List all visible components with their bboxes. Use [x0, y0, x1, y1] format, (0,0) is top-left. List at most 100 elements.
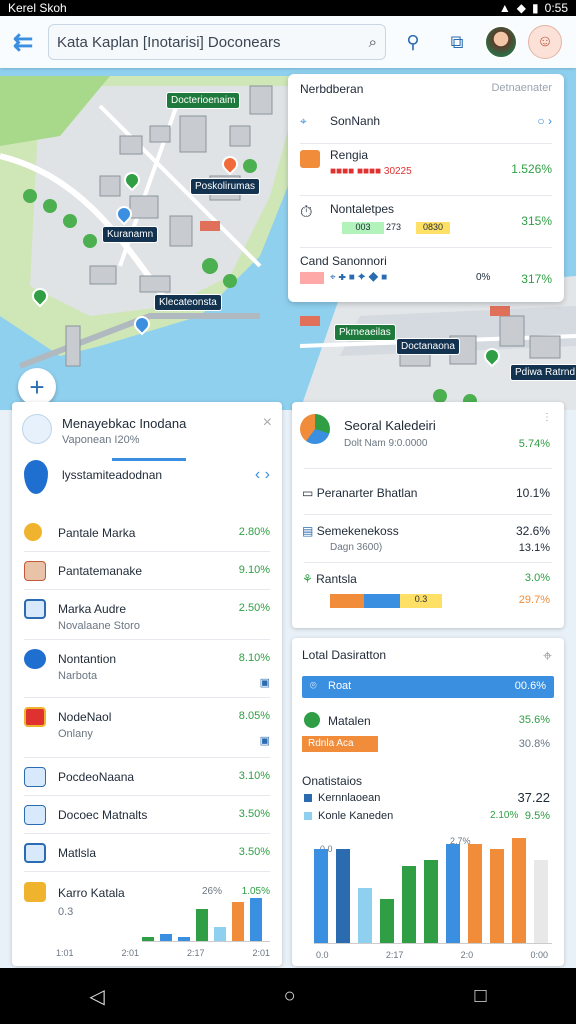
- chart-bar: [142, 937, 154, 941]
- right-bottom-panel: Lotal Dasiratton ⌖ ⌾ Roat 00.6% Matalen …: [292, 638, 564, 966]
- summary-chip: 0%: [476, 272, 491, 283]
- x-tick-label: 1:01: [56, 948, 74, 958]
- recents-icon[interactable]: □: [474, 985, 486, 1008]
- x-tick-label: 0.0: [316, 950, 329, 960]
- chart-bar: [534, 860, 548, 943]
- list-item-value: 2.80%: [238, 526, 270, 538]
- clock: 0:55: [544, 1, 568, 15]
- app-bar: ⇇ Kata Kaplan [Inotarisi] Doconears ⌕ ⚲ …: [0, 16, 576, 68]
- map-label[interactable]: Pdiwa Ratrnd: [510, 364, 576, 381]
- location-pin-icon: [24, 649, 46, 669]
- left-panel: Menayebkac Inodana Vaponean I20% × lysst…: [12, 402, 282, 966]
- list-item[interactable]: ▭ Peranarter Bhatlan: [302, 486, 417, 500]
- stats-value: 9.5%: [524, 810, 550, 822]
- x-tick-label: 2:01: [252, 948, 270, 958]
- image-icon[interactable]: ▣: [260, 676, 270, 689]
- summary-row-scores: ■■■■ ■■■■ 30225: [330, 166, 412, 177]
- home-icon[interactable]: ○: [284, 985, 296, 1008]
- summary-row[interactable]: ⏱ Nontaletpes 003 273 0830 315%: [300, 196, 552, 248]
- pin-icon[interactable]: ⌖: [543, 648, 552, 666]
- summary-row-value: 1.526%: [511, 162, 552, 176]
- panel-title: Seoral Kaledeiri: [344, 418, 436, 433]
- avatar[interactable]: [484, 25, 518, 59]
- map-label[interactable]: Klecateonsta: [154, 294, 222, 311]
- close-icon[interactable]: ×: [263, 414, 272, 432]
- chart-bar: [214, 927, 226, 941]
- summary-subtitle: Detnaenater: [491, 82, 552, 94]
- list-item-sub: Novalaane Storo: [58, 620, 140, 632]
- timer-icon: ⏱: [300, 204, 313, 221]
- list-item-value: 10.1%: [515, 486, 550, 500]
- x-tick-label: 2:0: [460, 950, 474, 960]
- list-item-value: 8.10%: [238, 652, 270, 664]
- location-pin-icon: ⌖: [300, 114, 307, 128]
- more-icon[interactable]: ⋮: [542, 412, 552, 423]
- list-item[interactable]: NodeNaol Onlany 8.05% ▣: [24, 698, 270, 758]
- stats-value: 37.22: [517, 790, 550, 805]
- monitor-icon: [24, 843, 46, 863]
- progress-bar: [112, 458, 186, 461]
- right-top-panel: Seoral Kaledeiri Dolt Nam 9:0.0000 5.74%…: [292, 402, 564, 628]
- list-item[interactable]: ▤ Semekenekoss: [302, 524, 399, 538]
- list-item[interactable]: Pantatemanake 9.10%: [24, 552, 270, 590]
- card-icon: ▤: [302, 524, 314, 538]
- user-location-icon[interactable]: ⚲: [396, 25, 430, 59]
- list-item[interactable]: Nontantion Narbota 8.10% ▣: [24, 640, 270, 698]
- list-item-label: Peranarter Bhatlan: [316, 486, 418, 500]
- summary-row[interactable]: Cand Sanonnori ⌖ ✚ ■ ✦ ◆ ■ 0% 317%: [300, 248, 552, 298]
- list-item[interactable]: Docoec Matnalts 3.50%: [24, 796, 270, 834]
- list-item[interactable]: Pantale Marka 2.80%: [24, 514, 270, 552]
- list-item-label: NodeNaol: [58, 710, 112, 724]
- list-item-value: 29.7%: [518, 594, 550, 606]
- monitor-icon: [24, 599, 46, 619]
- map-label[interactable]: Kuranamn: [102, 226, 159, 243]
- add-location-button[interactable]: +: [18, 368, 56, 406]
- list-item[interactable]: Matlsla 3.50%: [24, 834, 270, 872]
- bag-icon: [24, 882, 46, 902]
- image-icon[interactable]: ▣: [260, 734, 270, 747]
- profile-icon[interactable]: ☺: [528, 25, 562, 59]
- list-item-value: 9.10%: [238, 564, 270, 576]
- status-chip[interactable]: Rdnla Aca: [302, 736, 378, 752]
- panel-subtitle: Dolt Nam 9:0.0000: [344, 438, 428, 449]
- map-label[interactable]: Poskolirumas: [190, 178, 261, 195]
- chart-bar: [250, 898, 262, 941]
- shop-icon: [24, 561, 46, 581]
- chart-bar: [424, 860, 438, 943]
- search-icon[interactable]: ⌕: [369, 34, 377, 51]
- search-input[interactable]: Kata Kaplan [Inotarisi] Doconears ⌕: [48, 24, 386, 60]
- back-icon[interactable]: ◁: [89, 984, 104, 1009]
- map-label[interactable]: Docterioenaim: [166, 92, 241, 109]
- summary-row-label: Rengia: [330, 148, 369, 162]
- chart-bar: [314, 849, 328, 943]
- location-pin-icon: [24, 460, 48, 494]
- summary-row[interactable]: Rengia ■■■■ ■■■■ 30225 1.526%: [300, 144, 552, 196]
- map-label[interactable]: Pkmeaeilas: [334, 324, 396, 341]
- chart-bar: [380, 899, 394, 943]
- chevron-right-icon[interactable]: ○ ›: [537, 114, 552, 128]
- row-value: 35.6%: [518, 714, 550, 726]
- location-icon: ⌾: [310, 680, 317, 692]
- x-tick-label: 2:17: [385, 950, 404, 960]
- summary-row-value: 317%: [521, 272, 552, 286]
- layers-icon[interactable]: ⧉: [440, 25, 474, 59]
- list-item-value: 3.10%: [238, 770, 270, 782]
- list-item-value: 32.6%: [515, 524, 550, 538]
- x-tick-label: 0:00: [530, 950, 548, 960]
- list-item[interactable]: PocdeoNaana 3.10%: [24, 758, 270, 796]
- summary-row-label: SonNanh: [330, 114, 381, 128]
- summary-row[interactable]: ⌖ SonNanh ○ ›: [300, 104, 552, 144]
- people-icon: ⚘: [302, 572, 313, 586]
- legend-label: Konle Kaneden: [318, 810, 394, 822]
- back-arrow-icon[interactable]: ⇇: [8, 27, 38, 57]
- progress-bar[interactable]: ⌾ Roat 00.6%: [302, 676, 554, 698]
- list-item-value: 13.1%: [518, 542, 550, 554]
- list-item[interactable]: ⚘ Rantsla: [302, 572, 357, 586]
- chevron-right-icon[interactable]: ‹ ›: [255, 466, 270, 484]
- building-icon: [22, 414, 52, 444]
- chart-bar: [512, 838, 526, 943]
- check-icon: [304, 712, 320, 728]
- list-item[interactable]: Marka Audre Novalaane Storo 2.50%: [24, 590, 270, 640]
- map-label[interactable]: Doctanaona: [396, 338, 460, 355]
- row-label: Matalen: [328, 714, 371, 728]
